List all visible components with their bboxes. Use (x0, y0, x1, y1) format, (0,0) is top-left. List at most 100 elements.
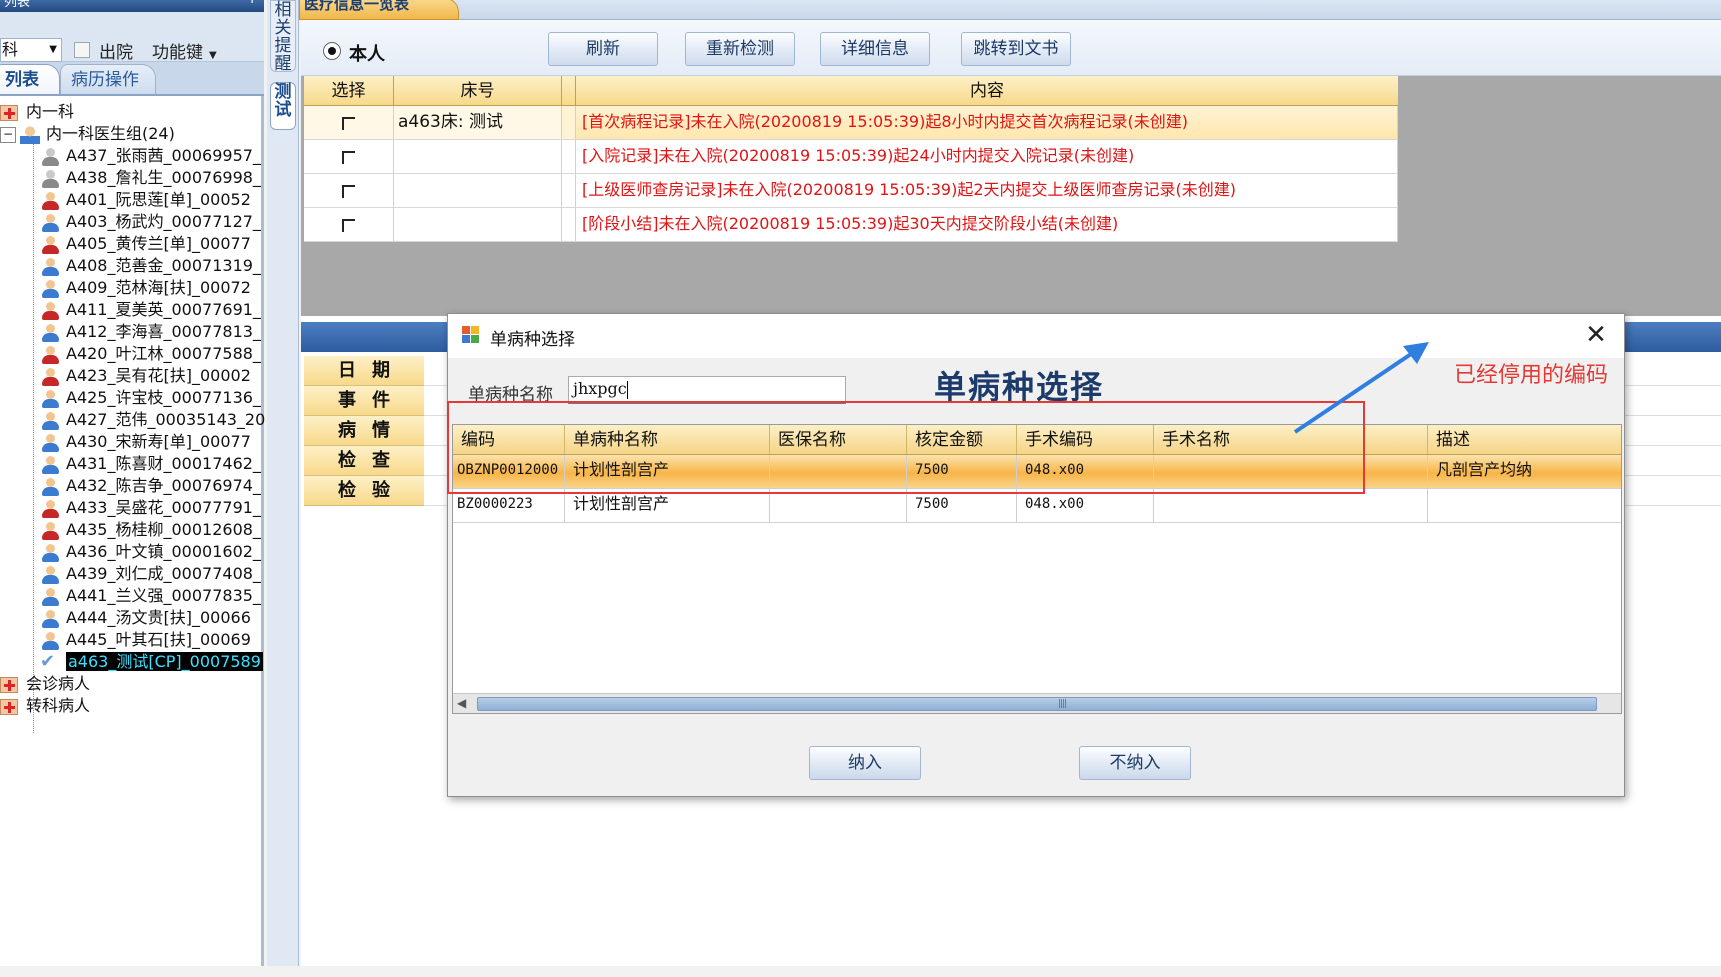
table-row[interactable]: [入院记录]未在入院(20200819 15:05:39)起24小时内提交入院记… (304, 140, 1398, 174)
bed-cell: a463床: 测试 (394, 106, 562, 139)
scroll-left-icon[interactable]: ◀ (457, 696, 466, 710)
patient-icon (40, 323, 60, 343)
patient-item[interactable]: A445_叶其石[扶]_00069 (40, 628, 251, 652)
tree-node-consult[interactable]: 会诊病人 (0, 672, 90, 696)
patient-item[interactable]: A431_陈喜财_00017462_ (40, 452, 261, 476)
patient-item[interactable]: A403_杨武灼_00077127_ (40, 210, 261, 234)
patient-item[interactable]: A408_范善金_00071319_ (40, 254, 261, 278)
row-checkbox[interactable] (304, 208, 394, 241)
discharged-checkbox[interactable] (74, 42, 90, 58)
patient-item[interactable]: A437_张雨茜_00069957_ (40, 144, 261, 168)
patient-item[interactable]: A423_吴有花[扶]_00002 (40, 364, 251, 388)
patient-label: A444_汤文贵[扶]_00066 (66, 608, 251, 627)
patient-icon (40, 587, 60, 607)
expand-panel-icon[interactable]: + (246, 0, 258, 6)
patient-list-title-bar: 列表 + (0, 0, 264, 12)
patient-item[interactable]: A438_詹礼生_00076998_ (40, 166, 261, 190)
row-checkbox[interactable] (304, 140, 394, 173)
exclude-button[interactable]: 不纳入 (1079, 746, 1191, 780)
patient-label: A439_刘仁成_00077408_ (66, 564, 261, 583)
tab-medical-info-overview[interactable]: 医疗信息一览表 (299, 0, 459, 20)
tab-patient-list[interactable]: 列表 (0, 64, 60, 94)
chevron-down-icon: ▼ (49, 44, 57, 55)
patient-label: A437_张雨茜_00069957_ (66, 146, 261, 165)
patient-list-title: 列表 (4, 0, 31, 10)
tab-record-operations[interactable]: 病历操作 (60, 64, 156, 94)
dialog-title-bar: 单病种选择 ✕ (448, 314, 1624, 358)
patient-item[interactable]: A420_叶江林_00077588_ (40, 342, 261, 366)
tab-related-reminders[interactable]: 相关提醒 (270, 0, 296, 73)
patient-item[interactable]: A444_汤文贵[扶]_00066 (40, 606, 251, 630)
row-checkbox[interactable] (304, 106, 394, 139)
patient-item[interactable]: A411_夏美英_00077691_ (40, 298, 261, 322)
patient-icon (40, 631, 60, 651)
jump-to-document-button[interactable]: 跳转到文书 (961, 32, 1071, 66)
recheck-button[interactable]: 重新检测 (685, 32, 795, 66)
patient-item[interactable]: A427_范伟_00035143_20 (40, 408, 265, 432)
refresh-button[interactable]: 刷新 (548, 32, 658, 66)
chevron-down-icon: ▼ (209, 50, 217, 61)
description-cell: 凡剖宫产均纳 (1436, 460, 1533, 479)
column-header-spacer (562, 76, 576, 105)
department-select[interactable]: 科 ▼ (0, 38, 62, 62)
row-checkbox[interactable] (304, 174, 394, 207)
patient-label: A411_夏美英_00077691_ (66, 300, 261, 319)
table-row[interactable]: [阶段小结]未在入院(20200819 15:05:39)起30天内提交阶段小结… (304, 208, 1398, 242)
disease-name-input-value: jhxpgc (573, 379, 627, 398)
table-row[interactable]: BZ0000223 计划性剖宫产 7500 048.x00 (453, 489, 1621, 523)
table-row[interactable]: [上级医师查房记录]未在入院(20200819 15:05:39)起2天内提交上… (304, 174, 1398, 208)
patient-list-tabs: 列表 病历操作 (0, 62, 264, 96)
content-cell: [入院记录]未在入院(20200819 15:05:39)起24小时内提交入院记… (576, 140, 1398, 173)
patient-item[interactable]: A441_兰义强_00077835_ (40, 584, 261, 608)
column-header-bed[interactable]: 床号 (394, 76, 562, 105)
include-button[interactable]: 纳入 (809, 746, 921, 780)
patient-label: A441_兰义强_00077835_ (66, 586, 261, 605)
tree-node-dept[interactable]: 内一科 (0, 100, 74, 124)
patient-item[interactable]: A425_许宝枝_00077136_ (40, 386, 261, 410)
patient-icon (40, 257, 60, 277)
column-header-description[interactable]: 描述 (1428, 425, 1621, 454)
patient-item[interactable]: A432_陈吉争_00076974_ (40, 474, 261, 498)
scrollbar-thumb[interactable]: |||| (477, 697, 1597, 711)
function-key-menu[interactable]: 功能键 ▼ (152, 38, 217, 63)
consult-icon (0, 676, 18, 693)
horizontal-scrollbar[interactable]: ◀ |||| (453, 693, 1621, 713)
patient-item[interactable]: A405_黄传兰[单]_00077 (40, 232, 251, 256)
patient-icon (40, 147, 60, 167)
checkbox-icon (342, 117, 355, 130)
patient-item[interactable]: A436_叶文镇_00001602_ (40, 540, 261, 564)
patient-label: A427_范伟_00035143_20 (66, 410, 266, 429)
patient-icon (40, 169, 60, 189)
patient-item[interactable]: A433_吴盛花_00077791_ (40, 496, 261, 520)
label-condition: 病情 (304, 416, 424, 446)
collapse-icon[interactable]: − (0, 126, 16, 143)
close-icon[interactable]: ✕ (1578, 320, 1614, 352)
disease-name-input[interactable]: jhxpgc (568, 376, 846, 404)
patient-icon (40, 279, 60, 299)
doctor-group-icon (20, 125, 40, 144)
patient-label: A432_陈吉争_00076974_ (66, 476, 261, 495)
patient-icon (40, 565, 60, 585)
column-header-content[interactable]: 内容 (576, 76, 1398, 105)
annotation-label: 已经停用的编码 (1454, 363, 1609, 388)
details-button[interactable]: 详细信息 (820, 32, 930, 66)
self-radio[interactable] (323, 42, 341, 60)
department-select-value: 科 (2, 40, 19, 59)
patient-label: A435_杨桂柳_00012608_ (66, 520, 261, 539)
patient-item[interactable]: A401_阮思莲[单]_00052 (40, 188, 251, 212)
patient-item-selected[interactable]: ✔ a463_测试[CP]_0007589 (40, 650, 263, 674)
patient-item[interactable]: A430_宋新寿[单]_00077 (40, 430, 251, 454)
tree-node-group[interactable]: − 内一科医生组(24) (0, 122, 175, 146)
tree-node-transfer[interactable]: 转科病人 (0, 694, 90, 718)
table-row[interactable]: a463床: 测试 [首次病程记录]未在入院(20200819 15:05:39… (304, 106, 1398, 140)
tree-guide-line (33, 143, 34, 733)
checkbox-icon (342, 219, 355, 232)
patient-item[interactable]: A409_范林海[扶]_00072 (40, 276, 251, 300)
patient-item[interactable]: A412_李海喜_00077813_ (40, 320, 261, 344)
patient-item[interactable]: A435_杨桂柳_00012608_ (40, 518, 261, 542)
column-header-select[interactable]: 选择 (304, 76, 394, 105)
transfer-icon (0, 698, 18, 715)
tab-test[interactable]: 测试 (270, 82, 296, 130)
patient-item[interactable]: A439_刘仁成_00077408_ (40, 562, 261, 586)
tree-node-label: 会诊病人 (26, 674, 91, 693)
